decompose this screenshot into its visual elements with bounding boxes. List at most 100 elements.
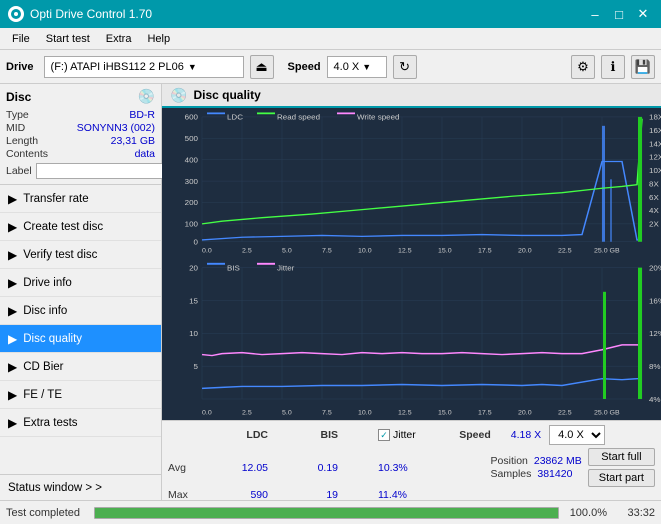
speed-dropdown-select[interactable]: 4.0 X	[549, 425, 605, 445]
svg-text:22.5: 22.5	[558, 409, 572, 416]
disc-label-row: Label 🔍	[6, 162, 155, 180]
maximize-button[interactable]: □	[609, 4, 629, 24]
disc-mid-field: MID SONYNN3 (002)	[6, 122, 155, 134]
disc-length-field: Length 23,31 GB	[6, 135, 155, 147]
svg-text:6X: 6X	[649, 193, 659, 201]
disc-label-input[interactable]	[36, 163, 174, 179]
svg-text:12%: 12%	[649, 329, 661, 338]
bottom-chart: 20 15 10 5 20% 16% 12% 8% 4% 0.0 2.5 5.0…	[162, 258, 661, 420]
max-jitter: 11.4%	[378, 489, 438, 500]
main-layout: Disc 💿 Type BD-R MID SONYNN3 (002) Lengt…	[0, 84, 661, 500]
menu-bar: File Start test Extra Help	[0, 28, 661, 50]
sidebar-item-disc-quality[interactable]: ▶ Disc quality	[0, 325, 161, 353]
svg-text:7.5: 7.5	[322, 409, 332, 416]
jitter-checkbox[interactable]: ✓	[378, 429, 390, 441]
title-bar-left: Opti Drive Control 1.70	[8, 6, 152, 22]
svg-text:15.0: 15.0	[438, 248, 452, 255]
menu-extra[interactable]: Extra	[98, 31, 140, 47]
extra-tests-icon: ▶	[8, 416, 17, 430]
menu-file[interactable]: File	[4, 31, 38, 47]
eject-button[interactable]: ⏏	[250, 55, 274, 79]
sidebar-item-verify-test-disc[interactable]: ▶ Verify test disc	[0, 241, 161, 269]
speed-select[interactable]: 4.0 X ▼	[327, 56, 387, 78]
start-part-button[interactable]: Start part	[588, 469, 655, 487]
menu-help[interactable]: Help	[139, 31, 178, 47]
svg-text:300: 300	[185, 177, 198, 185]
drive-select[interactable]: (F:) ATAPI iHBS112 2 PL06 ▼	[44, 56, 244, 78]
title-bar: Opti Drive Control 1.70 – □ ✕	[0, 0, 661, 28]
disc-quality-header-icon: 💿	[170, 87, 187, 104]
settings-button[interactable]: ⚙	[571, 55, 595, 79]
svg-text:600: 600	[185, 113, 198, 121]
sidebar-item-fe-te[interactable]: ▶ FE / TE	[0, 381, 161, 409]
sidebar-item-drive-info[interactable]: ▶ Drive info	[0, 269, 161, 297]
sidebar-item-transfer-rate[interactable]: ▶ Transfer rate	[0, 185, 161, 213]
disc-icon[interactable]: 💿	[138, 88, 155, 105]
transfer-rate-icon: ▶	[8, 192, 17, 206]
svg-text:BIS: BIS	[227, 263, 240, 272]
status-window-button[interactable]: Status window > >	[0, 474, 161, 500]
svg-text:4X: 4X	[649, 207, 659, 215]
svg-text:20.0: 20.0	[518, 248, 532, 255]
svg-text:400: 400	[185, 156, 198, 164]
controls-bar: LDC BIS ✓ Jitter Speed 4.18 X 4.0 X Avg	[162, 420, 661, 500]
status-bar: Test completed 100.0% 33:32	[0, 500, 661, 524]
avg-bis: 0.19	[278, 462, 348, 474]
drive-dropdown-arrow: ▼	[188, 62, 197, 72]
disc-label-label: Label	[6, 165, 32, 177]
speed-current: 4.18 X	[511, 429, 541, 441]
disc-quality-header: 💿 Disc quality	[162, 84, 661, 108]
menu-start-test[interactable]: Start test	[38, 31, 98, 47]
window-controls: – □ ✕	[585, 4, 653, 24]
svg-text:0.0: 0.0	[202, 409, 212, 416]
svg-text:16X: 16X	[649, 126, 661, 134]
info-button[interactable]: ℹ	[601, 55, 625, 79]
max-ldc: 590	[208, 489, 278, 500]
svg-text:18X: 18X	[649, 113, 661, 121]
refresh-button[interactable]: ↻	[393, 55, 417, 79]
position-row: Position 23862 MB	[491, 455, 582, 467]
sidebar-item-cd-bier[interactable]: ▶ CD Bier	[0, 353, 161, 381]
svg-text:2X: 2X	[649, 220, 659, 228]
buttons-col: Start full Start part	[588, 448, 655, 487]
minimize-button[interactable]: –	[585, 4, 605, 24]
svg-text:0.0: 0.0	[202, 248, 212, 255]
speed-info: Position 23862 MB Samples 381420	[491, 455, 582, 480]
cd-bier-icon: ▶	[8, 360, 17, 374]
bis-header: BIS	[278, 429, 348, 441]
fe-te-icon: ▶	[8, 388, 17, 402]
stats-header-row: LDC BIS ✓ Jitter Speed 4.18 X 4.0 X	[168, 425, 655, 445]
jitter-label: Jitter	[393, 429, 416, 441]
svg-text:5.0: 5.0	[282, 248, 292, 255]
svg-text:20%: 20%	[649, 263, 661, 272]
avg-row: Avg 12.05 0.19 10.3% Position 23862 MB	[168, 448, 655, 487]
svg-text:100: 100	[185, 220, 198, 228]
charts-container: 600 500 400 300 200 100 0 18X 16X 14X 12…	[162, 108, 661, 420]
sidebar-item-create-test-disc[interactable]: ▶ Create test disc	[0, 213, 161, 241]
sidebar-item-disc-info[interactable]: ▶ Disc info	[0, 297, 161, 325]
svg-text:20: 20	[189, 263, 199, 272]
max-row: Max 590 19 11.4%	[168, 489, 655, 500]
nav-items: ▶ Transfer rate ▶ Create test disc ▶ Ver…	[0, 185, 161, 474]
svg-text:16%: 16%	[649, 296, 661, 305]
ldc-header: LDC	[208, 429, 278, 441]
disc-panel: Disc 💿 Type BD-R MID SONYNN3 (002) Lengt…	[0, 84, 161, 185]
svg-text:20.0: 20.0	[518, 409, 532, 416]
svg-text:8X: 8X	[649, 180, 659, 188]
avg-ldc: 12.05	[208, 462, 278, 474]
avg-jitter: 10.3%	[378, 462, 438, 474]
verify-test-disc-icon: ▶	[8, 248, 17, 262]
svg-text:7.5: 7.5	[322, 248, 332, 255]
save-button[interactable]: 💾	[631, 55, 655, 79]
svg-text:10: 10	[189, 329, 199, 338]
svg-text:500: 500	[185, 134, 198, 142]
close-button[interactable]: ✕	[633, 4, 653, 24]
sidebar: Disc 💿 Type BD-R MID SONYNN3 (002) Lengt…	[0, 84, 162, 500]
svg-text:12.5: 12.5	[398, 248, 412, 255]
start-full-button[interactable]: Start full	[588, 448, 655, 466]
svg-text:Jitter: Jitter	[277, 263, 295, 272]
top-chart: 600 500 400 300 200 100 0 18X 16X 14X 12…	[162, 108, 661, 258]
time-display: 33:32	[615, 507, 655, 519]
sidebar-item-extra-tests[interactable]: ▶ Extra tests	[0, 409, 161, 437]
svg-text:200: 200	[185, 199, 198, 207]
